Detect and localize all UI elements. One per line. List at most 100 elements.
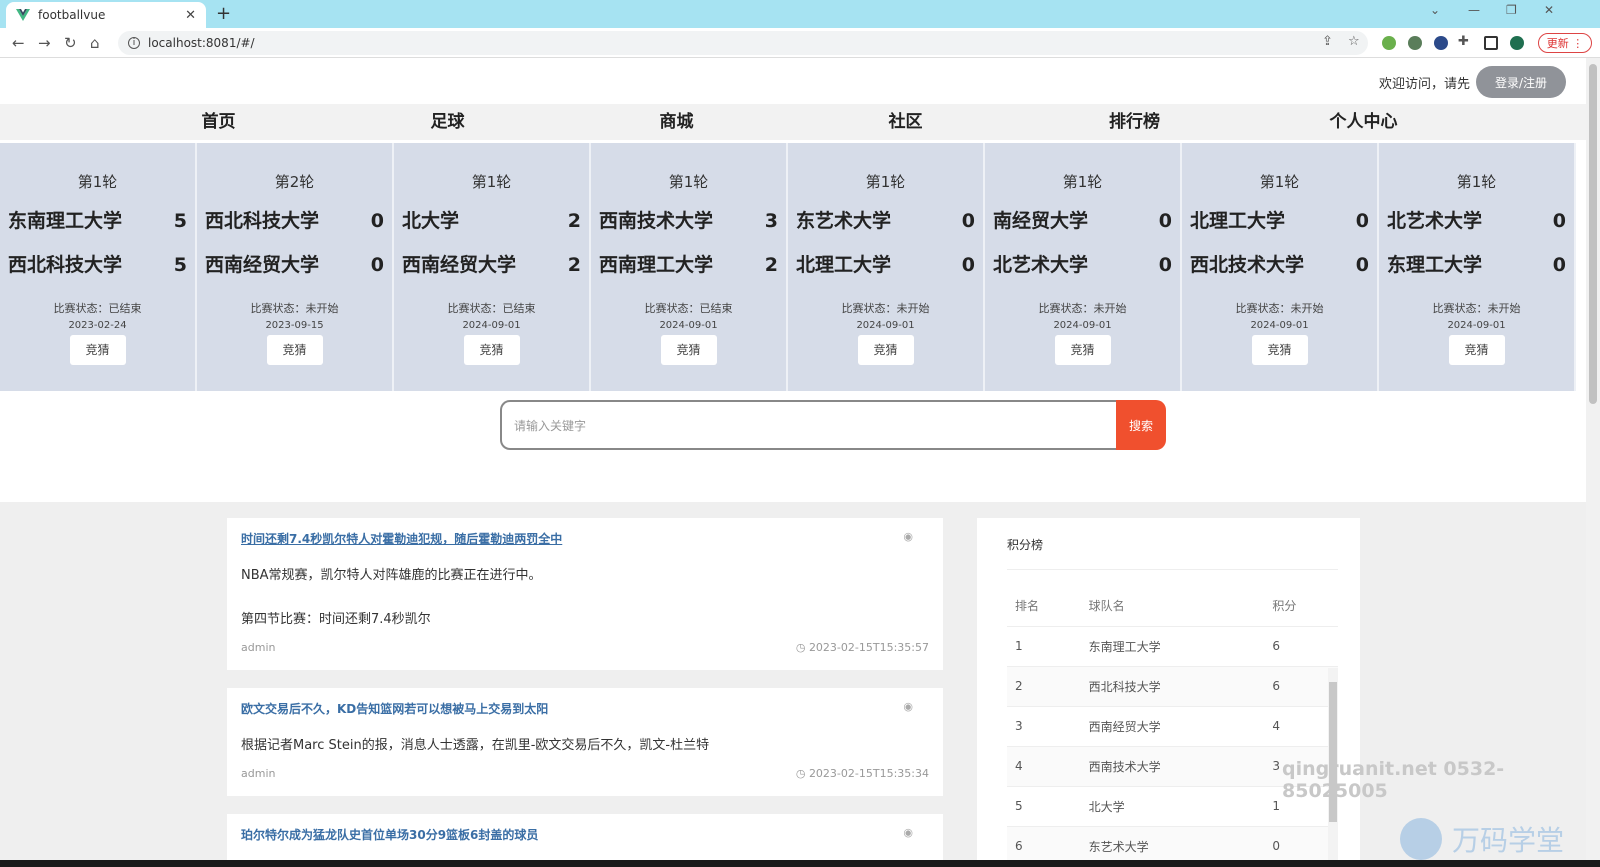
news-post[interactable]: 珀尔特尔成为猛龙队史首位单场30分9篮板6封盖的球员 ◉	[227, 814, 943, 860]
match-status: 比赛状态：已结束	[447, 302, 536, 315]
minimize-icon[interactable]: —	[1468, 3, 1480, 17]
home-score: 0	[961, 210, 975, 232]
match-round: 第1轮	[1062, 173, 1103, 191]
clock-icon: ◷	[795, 767, 809, 780]
search-input[interactable]: 请输入关键字	[500, 400, 1116, 450]
match-round: 第1轮	[668, 173, 709, 191]
profile-avatar-icon[interactable]	[1510, 36, 1524, 50]
guess-button[interactable]: 竞猜	[1251, 335, 1308, 365]
side-panel-icon[interactable]	[1484, 36, 1498, 50]
tab-close-icon[interactable]: ✕	[185, 8, 196, 23]
eye-icon: ◉	[903, 700, 913, 713]
nav-item-home[interactable]: 首页	[104, 104, 333, 140]
nav-item-profile[interactable]: 个人中心	[1249, 104, 1478, 140]
search-button[interactable]: 搜索	[1116, 400, 1166, 450]
news-post[interactable]: 欧文交易后不久，KD告知篮网若可以想被马上交易到太阳 ◉ 根据记者Marc St…	[227, 688, 943, 796]
site-info-icon[interactable]: i	[128, 37, 140, 49]
match-status: 比赛状态：已结束	[53, 302, 142, 315]
match-card: 第1轮 西南技术大学 3 西南理工大学 2 比赛状态：已结束 2024-09-01 …	[591, 143, 788, 391]
guess-button[interactable]: 竞猜	[69, 335, 126, 365]
match-card: 第1轮 北大学 2 西南经贸大学 2 比赛状态：已结束 2024-09-01 竞猜	[394, 143, 591, 391]
away-score: 0	[1355, 254, 1369, 276]
match-date: 2023-09-15	[265, 320, 324, 331]
match-list: 第1轮 东南理工大学 5 西北科技大学 5 比赛状态：已结束 2023-02-24 …	[0, 143, 1586, 391]
away-team: 西南理工大学 2	[599, 254, 778, 276]
away-score: 0	[961, 254, 975, 276]
post-body: NBA常规赛，凯尔特人对阵雄鹿的比赛正在进行中。 第四节比赛：时间还剩7.4秒凯…	[241, 568, 542, 627]
away-team: 北艺术大学 0	[993, 254, 1172, 276]
puzzle-extensions-icon[interactable]: ✚	[1458, 34, 1469, 49]
nav-item-community[interactable]: 社区	[791, 104, 1020, 140]
home-score: 0	[1355, 210, 1369, 232]
match-date: 2024-09-01	[462, 320, 521, 331]
match-card: 第1轮 东南理工大学 5 西北科技大学 5 比赛状态：已结束 2023-02-24 …	[0, 143, 197, 391]
page-scrollbar-thumb[interactable]	[1589, 64, 1597, 404]
away-team: 西南经贸大学 2	[402, 254, 581, 276]
back-icon[interactable]: ←	[12, 34, 25, 52]
guess-button[interactable]: 竞猜	[463, 335, 520, 365]
away-score: 0	[370, 254, 384, 276]
extension-icon[interactable]	[1408, 36, 1422, 50]
table-row: 1 东南理工大学 6	[1007, 625, 1338, 666]
share-icon[interactable]: ⇪	[1322, 34, 1333, 49]
welcome-text: 欢迎访问，请先	[1378, 76, 1470, 92]
nav-item-ranking[interactable]: 排行榜	[1020, 104, 1249, 140]
reload-icon[interactable]: ↻	[64, 34, 77, 52]
news-post[interactable]: 时间还剩7.4秒凯尔特人对霍勒迪犯规，随后霍勒迪两罚全中 ◉ NBA常规赛，凯尔…	[227, 518, 943, 670]
guess-button[interactable]: 竞猜	[1448, 335, 1505, 365]
table-row: 2 西北科技大学 6	[1007, 665, 1338, 706]
home-team: 西北科技大学 0	[205, 210, 384, 232]
ranking-table: 排名 球队名 积分 1 东南理工大学 6 2 西北科技大学 6 3 西南经贸大学 4 4 西南…	[1007, 586, 1338, 860]
guess-button[interactable]: 竞猜	[1054, 335, 1111, 365]
away-team: 西北技术大学 0	[1190, 254, 1369, 276]
match-date: 2024-09-01	[659, 320, 718, 331]
guess-button[interactable]: 竞猜	[857, 335, 914, 365]
home-team: 东艺术大学 0	[796, 210, 975, 232]
home-score: 0	[370, 210, 384, 232]
home-score: 0	[1158, 210, 1172, 232]
away-score: 0	[1552, 254, 1566, 276]
extension-icon[interactable]	[1382, 36, 1396, 50]
match-status: 比赛状态：未开始	[1432, 302, 1521, 315]
away-team: 西南经贸大学 0	[205, 254, 384, 276]
nav-item-shop[interactable]: 商城	[562, 104, 791, 140]
post-title[interactable]: 时间还剩7.4秒凯尔特人对霍勒迪犯规，随后霍勒迪两罚全中	[241, 530, 929, 547]
match-card: 第1轮 东艺术大学 0 北理工大学 0 比赛状态：未开始 2024-09-01 竞猜	[788, 143, 985, 391]
address-bar[interactable]: i localhost:8081/#/	[118, 31, 1368, 55]
tab-search-icon[interactable]: ⌄	[1430, 3, 1440, 17]
window-close-icon[interactable]: ✕	[1544, 3, 1554, 17]
browser-update-button[interactable]: 更新 ⋮	[1538, 33, 1592, 53]
url-text: localhost:8081/#/	[148, 36, 255, 50]
home-icon[interactable]: ⌂	[90, 34, 100, 52]
home-team: 南经贸大学 0	[993, 210, 1172, 232]
post-title[interactable]: 欧文交易后不久，KD告知篮网若可以想被马上交易到太阳	[241, 700, 929, 717]
extension-icon[interactable]	[1434, 36, 1448, 50]
table-row: 3 西南经贸大学 4	[1007, 705, 1338, 746]
match-date: 2024-09-01	[1447, 320, 1506, 331]
content-area: 时间还剩7.4秒凯尔特人对霍勒迪犯规，随后霍勒迪两罚全中 ◉ NBA常规赛，凯尔…	[0, 502, 1586, 860]
page-scrollbar[interactable]	[1586, 58, 1600, 860]
ranking-title: 积分榜	[1007, 536, 1338, 570]
guess-button[interactable]: 竞猜	[266, 335, 323, 365]
browser-tab[interactable]: footballvue ✕	[6, 2, 206, 28]
nav-item-football[interactable]: 足球	[333, 104, 562, 140]
page: 欢迎访问，请先 登录/注册 首页 足球 商城 社区 排行榜 个人中心 第1轮 东…	[0, 58, 1586, 860]
user-bar: 欢迎访问，请先 登录/注册	[1379, 66, 1566, 98]
brand-logo-icon	[1400, 818, 1442, 860]
guess-button[interactable]: 竞猜	[660, 335, 717, 365]
table-row: 6 东艺术大学 0	[1007, 825, 1338, 860]
post-title[interactable]: 珀尔特尔成为猛龙队史首位单场30分9篮板6封盖的球员	[241, 826, 929, 843]
eye-icon: ◉	[903, 530, 913, 543]
post-author: admin	[241, 641, 276, 654]
forward-icon[interactable]: →	[38, 34, 51, 52]
match-card: 第1轮 南经贸大学 0 北艺术大学 0 比赛状态：未开始 2024-09-01 竞猜	[985, 143, 1182, 391]
login-register-button[interactable]: 登录/注册	[1476, 66, 1566, 98]
home-team: 北大学 2	[402, 210, 581, 232]
new-tab-icon[interactable]: +	[216, 3, 231, 24]
ranking-panel: 积分榜 排名 球队名 积分 1 东南理工大学 6 2 西北科技大学 6 3 西南经贸大学 4…	[977, 518, 1360, 860]
bookmark-star-icon[interactable]: ☆	[1348, 34, 1360, 49]
browser-tab-bar: footballvue ✕ + ⌄ — ❐ ✕	[0, 0, 1600, 28]
away-score: 2	[567, 254, 581, 276]
restore-icon[interactable]: ❐	[1506, 3, 1517, 17]
match-round: 第1轮	[77, 173, 118, 191]
